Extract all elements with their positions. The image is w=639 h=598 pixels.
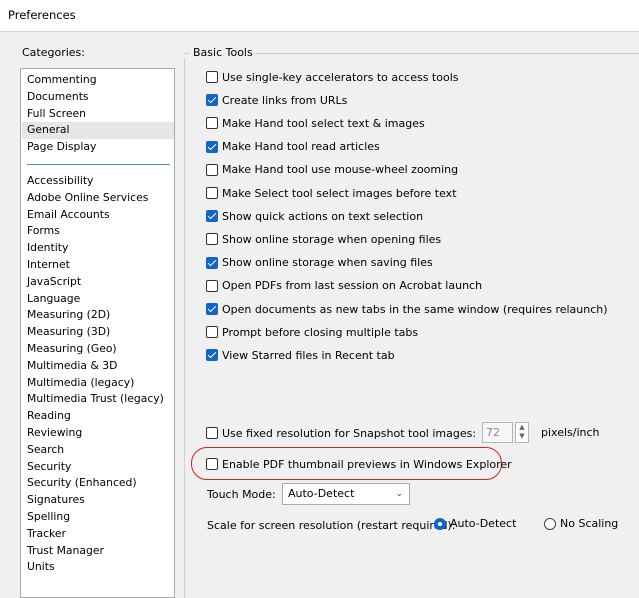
title-bar: Preferences: [0, 0, 639, 32]
scale-no-scaling-label: No Scaling: [560, 517, 619, 530]
category-item[interactable]: Search: [22, 442, 174, 459]
category-item[interactable]: Identity: [22, 240, 174, 257]
category-item[interactable]: Measuring (3D): [22, 324, 174, 341]
checkbox-checked[interactable]: [206, 210, 218, 223]
snapshot-resolution-input[interactable]: 72: [482, 422, 513, 443]
thumbnail-preview-label: Enable PDF thumbnail previews in Windows…: [222, 457, 512, 471]
category-item[interactable]: JavaScript: [22, 274, 174, 291]
category-item[interactable]: Reading: [22, 408, 174, 425]
category-item[interactable]: Measuring (Geo): [22, 341, 174, 358]
scale-auto-detect-radio[interactable]: Auto-Detect: [434, 517, 516, 530]
thumbnail-preview-checkbox[interactable]: [206, 458, 218, 470]
checkbox[interactable]: [206, 117, 218, 130]
category-item[interactable]: Signatures: [22, 492, 174, 509]
category-item[interactable]: Language: [22, 291, 174, 308]
option-label: Make Hand tool select text & images: [222, 116, 425, 130]
touch-mode-select[interactable]: Auto-Detect ⌄: [282, 483, 410, 505]
snapshot-resolution-checkbox[interactable]: [206, 427, 218, 439]
window-title: Preferences: [8, 8, 76, 22]
checkbox-checked[interactable]: [206, 140, 218, 153]
checkbox[interactable]: [206, 233, 218, 246]
basic-tools-option[interactable]: Open PDFs from last session on Acrobat l…: [206, 277, 482, 295]
scale-no-scaling-radio[interactable]: No Scaling: [544, 517, 618, 530]
option-label: Create links from URLs: [222, 93, 348, 107]
category-item[interactable]: Page Display: [22, 139, 174, 156]
touch-mode-value: Auto-Detect: [288, 487, 355, 500]
checkbox[interactable]: [206, 187, 218, 199]
category-item[interactable]: Reviewing: [22, 425, 174, 442]
basic-tools-option[interactable]: Open documents as new tabs in the same w…: [206, 300, 608, 318]
option-label: Show online storage when opening files: [222, 232, 442, 246]
chevron-up-icon[interactable]: ▲: [516, 423, 528, 432]
basic-tools-option[interactable]: Use single-key accelerators to access to…: [206, 68, 458, 86]
basic-tools-option[interactable]: Show quick actions on text selection: [206, 207, 423, 225]
checkbox[interactable]: [206, 71, 218, 83]
categories-label: Categories:: [22, 46, 85, 59]
option-label: Make Hand tool use mouse-wheel zooming: [222, 163, 459, 177]
category-item[interactable]: Forms: [22, 223, 174, 240]
chevron-down-icon: ⌄: [395, 489, 403, 499]
checkbox[interactable]: [206, 279, 218, 292]
checkbox[interactable]: [206, 326, 218, 339]
basic-tools-option[interactable]: Make Hand tool read articles: [206, 138, 380, 156]
basic-tools-option[interactable]: Make Select tool select images before te…: [206, 184, 457, 202]
option-label: Open documents as new tabs in the same w…: [222, 302, 608, 316]
category-item[interactable]: Commenting: [22, 72, 174, 89]
category-separator: [27, 164, 170, 165]
basic-tools-option[interactable]: Show online storage when opening files: [206, 230, 441, 248]
touch-mode-label: Touch Mode:: [207, 488, 276, 501]
snapshot-resolution-stepper[interactable]: ▲ ▼: [515, 422, 529, 443]
basic-tools-option[interactable]: Prompt before closing multiple tabs: [206, 323, 418, 341]
checkbox-checked[interactable]: [206, 303, 218, 315]
category-item[interactable]: Trust Manager: [22, 543, 174, 560]
basic-tools-option[interactable]: Make Hand tool select text & images: [206, 114, 425, 132]
checkbox-checked[interactable]: [206, 94, 218, 107]
basic-tools-option[interactable]: Show online storage when saving files: [206, 254, 433, 272]
category-item[interactable]: Units: [22, 559, 174, 576]
category-item[interactable]: Documents: [22, 89, 174, 106]
basic-tools-option[interactable]: Make Hand tool use mouse-wheel zooming: [206, 161, 458, 179]
thumbnail-preview-option[interactable]: Enable PDF thumbnail previews in Windows…: [206, 455, 512, 473]
category-item[interactable]: Spelling: [22, 509, 174, 526]
snapshot-units-label: pixels/inch: [541, 426, 600, 439]
option-label: Prompt before closing multiple tabs: [222, 325, 419, 339]
category-item[interactable]: Security (Enhanced): [22, 475, 174, 492]
category-item[interactable]: Measuring (2D): [22, 307, 174, 324]
panel-divider: [184, 58, 185, 598]
option-label: Make Select tool select images before te…: [222, 186, 457, 200]
scale-label: Scale for screen resolution (restart req…: [207, 519, 456, 532]
basic-tools-label: Basic Tools: [190, 46, 256, 59]
chevron-down-icon[interactable]: ▼: [516, 432, 528, 441]
basic-tools-option[interactable]: View Starred files in Recent tab: [206, 346, 395, 364]
option-label: Make Hand tool read articles: [222, 140, 380, 154]
category-item[interactable]: General: [22, 122, 174, 140]
basic-tools-option[interactable]: Create links from URLs: [206, 91, 347, 109]
category-item[interactable]: Security: [22, 459, 174, 476]
category-item[interactable]: Accessibility: [22, 173, 174, 190]
category-item[interactable]: Multimedia Trust (legacy): [22, 391, 174, 408]
checkbox-checked[interactable]: [206, 256, 218, 269]
category-item[interactable]: Multimedia (legacy): [22, 375, 174, 392]
category-item[interactable]: Email Accounts: [22, 207, 174, 224]
category-item[interactable]: Multimedia & 3D: [22, 358, 174, 375]
snapshot-resolution-label: Use fixed resolution for Snapshot tool i…: [222, 426, 477, 440]
radio-unselected-icon[interactable]: [544, 517, 556, 530]
snapshot-resolution-option[interactable]: Use fixed resolution for Snapshot tool i…: [206, 424, 476, 442]
scale-auto-detect-label: Auto-Detect: [450, 517, 517, 530]
checkbox[interactable]: [206, 163, 218, 176]
checkbox-checked[interactable]: [206, 349, 218, 362]
option-label: Show quick actions on text selection: [222, 209, 424, 223]
categories-list[interactable]: Commenting Documents Full Screen General Pag…: [20, 68, 175, 598]
category-item[interactable]: Internet: [22, 257, 174, 274]
option-label: Show online storage when saving files: [222, 256, 433, 270]
category-item[interactable]: Tracker: [22, 526, 174, 543]
option-label: View Starred files in Recent tab: [222, 348, 395, 362]
option-label: Open PDFs from last session on Acrobat l…: [222, 279, 483, 293]
category-item[interactable]: Full Screen: [22, 106, 174, 123]
category-item[interactable]: Adobe Online Services: [22, 190, 174, 207]
radio-selected-icon[interactable]: [434, 517, 446, 530]
option-label: Use single-key accelerators to access to…: [222, 70, 459, 84]
